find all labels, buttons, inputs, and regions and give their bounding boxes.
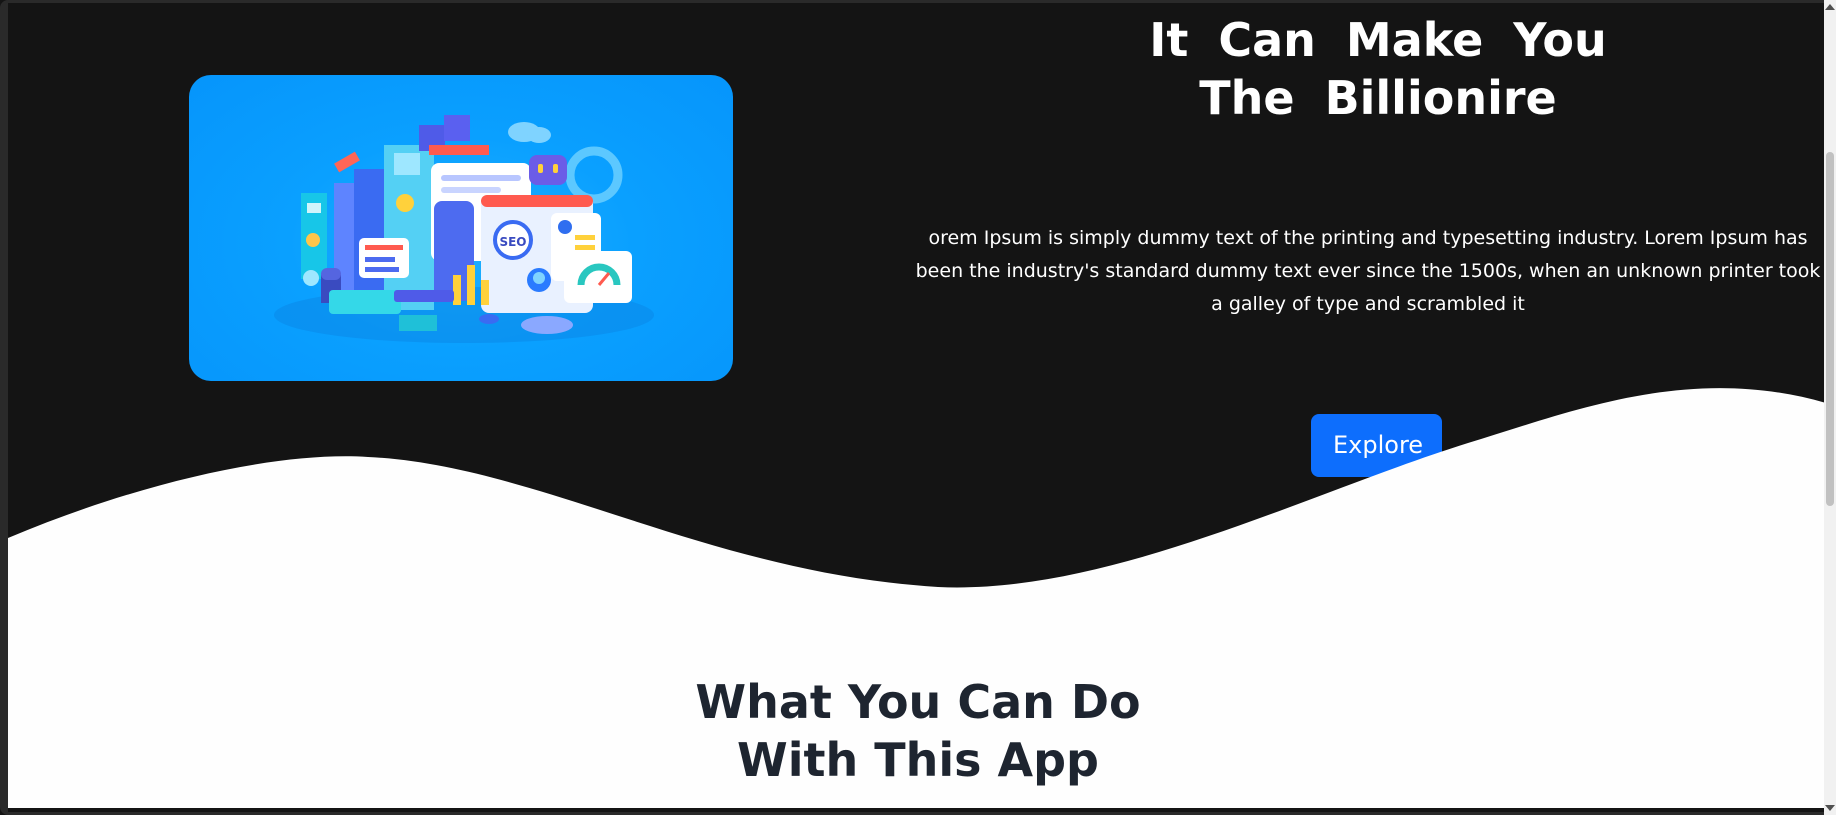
scroll-down-arrow-icon[interactable] [1825, 805, 1835, 811]
scroll-up-arrow-icon[interactable] [1825, 4, 1835, 10]
hero-description: orem Ipsum is simply dummy text of the p… [915, 227, 1821, 315]
page-viewport: SEO It Can Make You The Billionire orem … [8, 3, 1826, 808]
hero-title: It Can Make You The Billionire [1053, 11, 1703, 127]
section-title: What You Can Do With This App [648, 673, 1188, 789]
hero-title-line1: It Can Make You [1149, 13, 1607, 67]
browser-window: SEO It Can Make You The Billionire orem … [0, 0, 1836, 815]
hero-illustration: SEO [189, 75, 733, 381]
vertical-scrollbar[interactable] [1824, 0, 1836, 815]
seo-badge-text: SEO [499, 235, 526, 249]
hero-title-line2: The Billionire [1199, 71, 1557, 125]
section-title-line1: What You Can Do [695, 675, 1141, 729]
scroll-thumb[interactable] [1826, 152, 1834, 506]
section-title-line2: With This App [736, 733, 1099, 787]
seo-illustration-icon: SEO [274, 115, 654, 343]
